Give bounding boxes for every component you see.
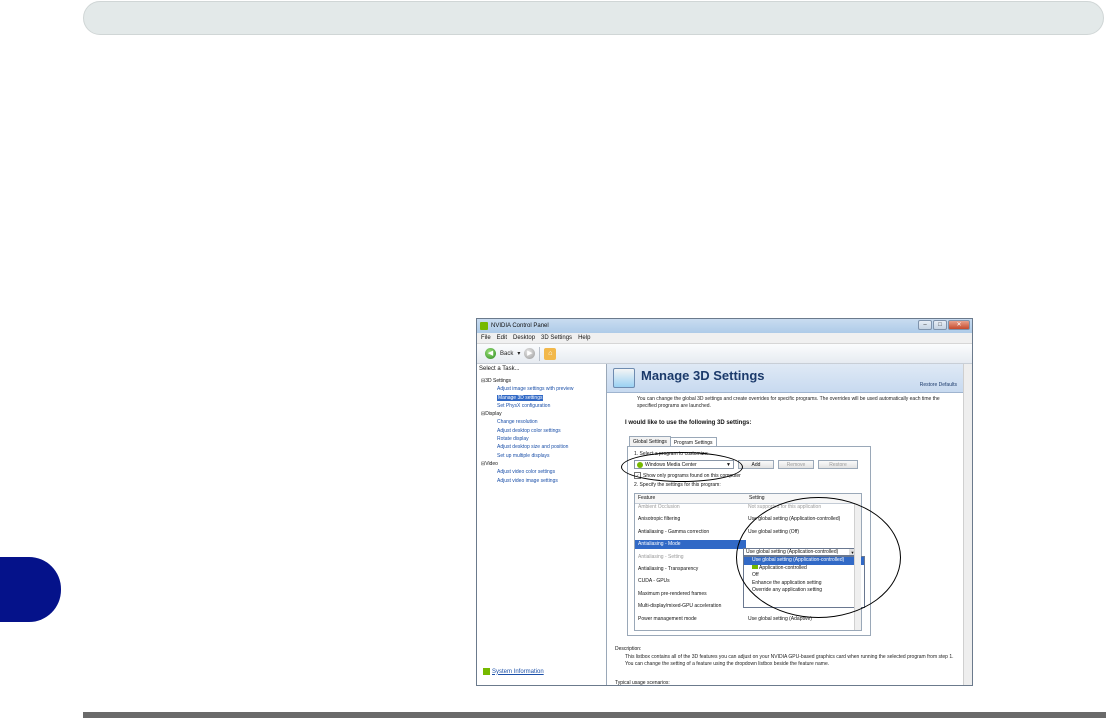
sidebar-item-label: Set PhysX configuration — [497, 402, 551, 409]
description-text: This listbox contains all of the 3D feat… — [625, 654, 954, 667]
sidebar-item-label: Adjust desktop size and position — [497, 444, 569, 451]
feature-cell: CUDA - GPUs — [638, 578, 670, 585]
typical-usage-label: Typical usage scenarios: — [615, 680, 670, 686]
step2-label: 2. Specify the settings for this program… — [634, 482, 721, 488]
sidebar-item-label: Video — [485, 460, 498, 467]
close-button[interactable]: ✕ — [948, 320, 970, 330]
select-task-label: Select a Task... — [479, 366, 520, 372]
sidebar-item-label: Manage 3D settings — [497, 394, 544, 401]
dropdown-highlight-ellipse — [736, 497, 901, 618]
back-button[interactable]: Back — [500, 351, 513, 357]
sidebar-item-label: Adjust video image settings — [497, 477, 558, 484]
feature-cell: Power management mode — [638, 615, 697, 622]
system-information-link[interactable]: System Information — [483, 668, 544, 675]
settings-heading: I would like to use the following 3D set… — [625, 420, 752, 426]
menu-3d-settings[interactable]: 3D Settings — [541, 335, 572, 341]
sidebar-item[interactable]: Set up multiple displays — [481, 452, 573, 460]
header-bar — [83, 1, 1104, 35]
setting-column-header: Setting — [749, 495, 765, 501]
feature-cell: Multi-display/mixed-GPU acceleration — [638, 603, 722, 610]
nvidia-icon — [480, 322, 488, 330]
sidebar-item[interactable]: Adjust video color settings — [481, 468, 573, 476]
sidebar-item-label: Rotate display — [497, 436, 529, 443]
feature-cell: Antialiasing - Mode — [635, 540, 746, 550]
feature-cell: Maximum pre-rendered frames — [638, 590, 707, 597]
sidebar-item[interactable]: Adjust desktop color settings — [481, 427, 573, 435]
sidebar-item[interactable]: ⊟Video — [481, 460, 573, 468]
3d-settings-icon — [613, 368, 635, 388]
toolbar: ◀ Back ▾ ▶ ⌂ — [477, 344, 972, 364]
description-label: Description: — [615, 646, 642, 652]
page-title: Manage 3D Settings — [641, 368, 765, 383]
sidebar-item[interactable]: Rotate display — [481, 435, 573, 443]
sidebar-item-label: Adjust desktop color settings — [497, 427, 561, 434]
chapter-tab — [0, 557, 61, 622]
sidebar-item-label: Adjust video color settings — [497, 469, 556, 476]
window-title: NVIDIA Control Panel — [491, 323, 549, 329]
toolbar-divider — [539, 346, 541, 361]
sidebar-item-label: Set up multiple displays — [497, 452, 550, 459]
menu-edit[interactable]: Edit — [497, 335, 507, 341]
sidebar-item-label: Adjust image settings with preview — [497, 386, 574, 393]
sidebar-item[interactable]: Manage 3D settings — [481, 394, 573, 402]
sidebar-item-label: Display — [485, 411, 502, 418]
sidebar-item[interactable]: Adjust image settings with preview — [481, 385, 573, 393]
maximize-button[interactable]: □ — [933, 320, 947, 330]
feature-cell: Antialiasing - Setting — [638, 553, 684, 560]
title-bar: NVIDIA Control Panel – □ ✕ — [477, 319, 972, 333]
program-highlight-ellipse — [621, 452, 743, 482]
page-header: Manage 3D Settings Restore Defaults — [607, 364, 963, 393]
add-button[interactable]: Add — [738, 460, 774, 469]
system-information-label[interactable]: System Information — [492, 669, 544, 675]
feature-cell: Antialiasing - Transparency — [638, 566, 699, 572]
task-pane: Select a Task... ⊟3D Settings Adjust imag… — [477, 364, 607, 685]
nvidia-control-panel-window: NVIDIA Control Panel – □ ✕ File Edit Des… — [476, 318, 973, 686]
sidebar-item[interactable]: Set PhysX configuration — [481, 402, 573, 410]
sidebar-item-label: Change resolution — [497, 419, 538, 426]
sidebar-item[interactable]: Adjust desktop size and position — [481, 443, 573, 451]
menu-desktop[interactable]: Desktop — [513, 335, 535, 341]
remove-button[interactable]: Remove — [778, 460, 814, 469]
info-icon — [483, 668, 490, 675]
menu-help[interactable]: Help — [578, 335, 590, 341]
feature-cell: Anisotropic filtering — [638, 516, 681, 523]
feature-column-header: Feature — [638, 495, 656, 501]
restore-button[interactable]: Restore — [818, 460, 858, 469]
forward-arrow-icon[interactable]: ▶ — [524, 348, 536, 359]
sidebar-item[interactable]: ⊟Display — [481, 410, 573, 418]
back-arrow-icon[interactable]: ◀ — [485, 348, 496, 359]
minimize-button[interactable]: – — [918, 320, 932, 330]
feature-cell: Ambient Occlusion — [638, 504, 680, 510]
home-icon[interactable]: ⌂ — [544, 347, 557, 360]
menu-file[interactable]: File — [481, 335, 491, 341]
sidebar-item[interactable]: Change resolution — [481, 418, 573, 426]
menu-bar: File Edit Desktop 3D Settings Help — [477, 333, 972, 344]
footer-rule — [83, 712, 1106, 718]
restore-defaults-link[interactable]: Restore Defaults — [920, 382, 957, 388]
history-dropdown-icon[interactable]: ▾ — [517, 350, 520, 357]
task-tree: ⊟3D Settings Adjust image settings with p… — [481, 377, 573, 485]
sidebar-item[interactable]: ⊟3D Settings — [481, 377, 573, 385]
content-scrollbar[interactable] — [963, 364, 972, 685]
sidebar-item[interactable]: Adjust video image settings — [481, 477, 573, 485]
feature-cell: Antialiasing - Gamma correction — [638, 528, 710, 535]
sidebar-item-label: 3D Settings — [485, 378, 512, 384]
intro-text: You can change the global 3D settings an… — [637, 396, 940, 409]
